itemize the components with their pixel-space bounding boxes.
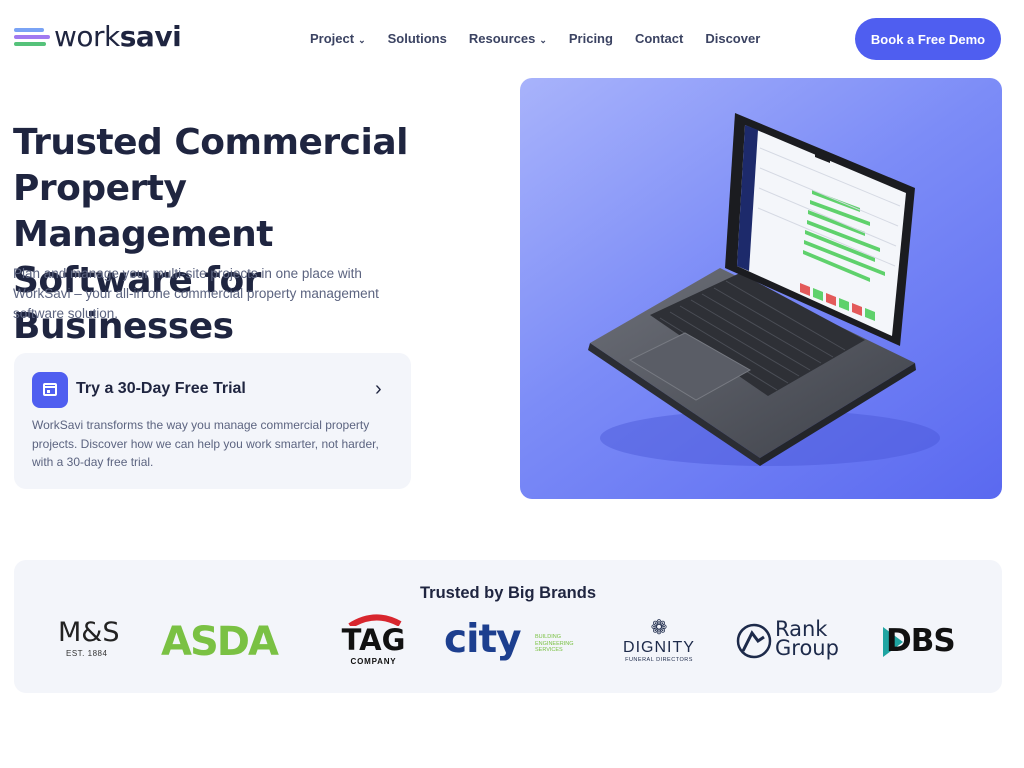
trusted-brands-section: Trusted by Big Brands M&S EST. 1884 ASDA… xyxy=(14,560,1002,693)
asda-logo: ASDA xyxy=(161,619,279,665)
tag-company-logo: TAG COMPANY xyxy=(336,614,411,673)
dignity-emblem-icon: ❁ xyxy=(650,617,668,639)
rank-gong-icon xyxy=(736,623,772,659)
nav-item-resources[interactable]: Resources ⌄ xyxy=(469,31,547,46)
worksavi-logo[interactable]: worksavi xyxy=(14,20,182,53)
nav-item-solutions[interactable]: Solutions xyxy=(388,31,447,46)
chevron-down-icon: ⌄ xyxy=(539,35,547,45)
chevron-down-icon: ⌄ xyxy=(358,35,366,45)
chevron-right-icon[interactable]: › xyxy=(375,378,382,401)
main-nav: Project ⌄ Solutions Resources ⌄ Pricing Co… xyxy=(310,31,782,46)
trial-card-description: WorkSavi transforms the way you manage c… xyxy=(32,418,379,469)
nav-item-pricing[interactable]: Pricing xyxy=(569,31,613,46)
nav-item-contact[interactable]: Contact xyxy=(635,31,683,46)
ms-logo: M&S EST. 1884 xyxy=(58,617,120,658)
calendar-icon xyxy=(32,372,68,408)
logo-mark-icon xyxy=(14,24,50,50)
dignity-logo: ❁ DIGNITY FUNERAL DIRECTORS xyxy=(614,617,704,673)
hero-laptop-image xyxy=(520,78,1002,499)
city-logo: city BUILDING ENGINEERING SERVICES xyxy=(444,617,574,662)
rank-group-logo: Rank Group xyxy=(734,617,849,673)
brands-title: Trusted by Big Brands xyxy=(419,584,597,602)
trial-card-title: Try a 30-Day Free Trial xyxy=(76,380,246,397)
logo-wordmark: worksavi xyxy=(54,20,182,53)
free-trial-card[interactable]: Try a 30-Day Free Trial › WorkSavi trans… xyxy=(14,353,411,489)
book-demo-button[interactable]: Book a Free Demo xyxy=(855,18,1001,60)
hero-subtitle: Plan and manage your multi-site projects… xyxy=(13,266,379,321)
nav-item-discover[interactable]: Discover xyxy=(705,31,760,46)
site-header: worksavi Project ⌄ Solutions Resources ⌄ P… xyxy=(0,0,1024,78)
tag-swoosh-icon xyxy=(348,614,402,626)
nav-item-project[interactable]: Project ⌄ xyxy=(310,31,366,46)
laptop-illustration xyxy=(588,113,940,466)
dbs-logo: DBS xyxy=(883,617,958,673)
